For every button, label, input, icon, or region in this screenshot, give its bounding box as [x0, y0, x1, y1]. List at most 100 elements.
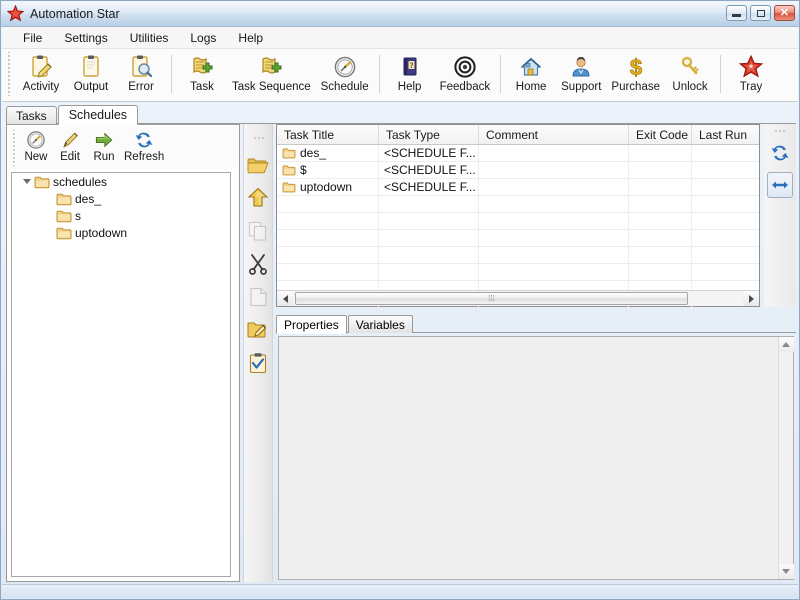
toolbar-button-schedule[interactable]: Schedule: [316, 49, 374, 93]
toolbar-button-home[interactable]: Home: [506, 49, 556, 93]
table-row-empty: [277, 196, 759, 213]
menu-settings[interactable]: Settings: [53, 28, 118, 48]
application-window: Automation Star ✕ File Settings Utilitie…: [0, 0, 800, 600]
window-controls: ✕: [726, 5, 795, 21]
triangle-down-icon: [782, 569, 790, 574]
toolbar-button-purchase[interactable]: $ Purchase: [606, 49, 665, 93]
table-row[interactable]: uptodown <SCHEDULE F...: [277, 179, 759, 196]
tree-node-label: uptodown: [75, 225, 128, 240]
close-button[interactable]: ✕: [774, 5, 795, 21]
window-title: Automation Star: [30, 6, 120, 21]
toolbar-button-task[interactable]: Task: [177, 49, 227, 93]
toolbar-button-error[interactable]: Error: [116, 49, 166, 93]
toolbar-label: Home: [515, 81, 547, 93]
cell-exit-code: [629, 179, 692, 195]
blue-refresh-icon: [132, 129, 156, 151]
schedules-tree[interactable]: schedules des_ s uptodown: [11, 172, 231, 577]
cell-task-title: uptodown: [300, 180, 353, 194]
scroll-right-button[interactable]: [743, 291, 759, 306]
toolstrip-grip[interactable]: [253, 136, 265, 142]
maximize-button[interactable]: [750, 5, 771, 21]
properties-content[interactable]: [278, 336, 794, 580]
menu-help[interactable]: Help: [227, 28, 274, 48]
toolbar-label: Error: [128, 81, 154, 93]
toolbar-button-output[interactable]: Output: [66, 49, 116, 93]
toolbar-label: Output: [73, 81, 109, 93]
tree-node-schedules[interactable]: schedules: [12, 173, 230, 190]
column-header-task-type[interactable]: Task Type: [379, 125, 479, 144]
tree-button-run[interactable]: Run: [87, 127, 121, 163]
tree-toolbar-grip[interactable]: [11, 130, 17, 166]
tree-node-des[interactable]: des_: [12, 190, 230, 207]
rename-folder-button[interactable]: [245, 317, 271, 343]
scroll-down-button[interactable]: [778, 564, 794, 579]
copy-button[interactable]: [245, 218, 271, 244]
tab-variables[interactable]: Variables: [347, 315, 413, 333]
tab-schedules[interactable]: Schedules: [57, 105, 139, 125]
column-header-exit-code[interactable]: Exit Code: [629, 125, 692, 144]
cell-last-run: [692, 179, 759, 195]
cell-task-title: $: [300, 163, 307, 177]
toolbar-button-feedback[interactable]: Feedback: [435, 49, 496, 93]
title-bar: Automation Star ✕: [1, 1, 799, 27]
toolbar-separator: [500, 55, 502, 93]
menu-logs[interactable]: Logs: [179, 28, 227, 48]
toolbar-button-tray[interactable]: ★ Tray: [726, 49, 776, 93]
folder-icon: [56, 226, 72, 240]
folder-open-icon: [247, 156, 269, 175]
cell-task-type: <SCHEDULE F...: [379, 145, 479, 161]
tab-properties[interactable]: Properties: [276, 315, 347, 334]
column-header-comment[interactable]: Comment: [479, 125, 629, 144]
tree-button-label: Refresh: [124, 151, 165, 163]
table-row-empty: [277, 264, 759, 281]
properties-vertical-scrollbar[interactable]: [778, 337, 794, 579]
column-header-task-title[interactable]: Task Title: [277, 125, 379, 144]
toolbar-button-task-sequence[interactable]: Task Sequence: [227, 49, 316, 93]
tree-button-edit[interactable]: Edit: [53, 127, 87, 163]
scroll-up-button[interactable]: [778, 337, 794, 352]
cut-button[interactable]: [245, 251, 271, 277]
toolbar-grip[interactable]: [6, 52, 13, 96]
open-folder-button[interactable]: [245, 152, 271, 178]
tree-button-new[interactable]: New: [19, 127, 53, 163]
scroll-thumb[interactable]: ⁞⁞⁞: [295, 292, 688, 305]
tree-button-refresh[interactable]: Refresh: [121, 127, 167, 163]
cell-task-title: des_: [300, 146, 327, 160]
properties-content-text: [279, 337, 778, 579]
maximize-icon: [756, 9, 765, 17]
checklist-button[interactable]: [245, 350, 271, 376]
home-icon: [517, 53, 545, 80]
tree-node-s[interactable]: s: [12, 207, 230, 224]
schedules-tree-panel: New Edit Run Refresh schedules des_ s up…: [6, 124, 240, 582]
refresh-grid-button[interactable]: [767, 140, 793, 166]
move-up-button[interactable]: [245, 185, 271, 211]
column-header-last-run[interactable]: Last Run: [692, 125, 759, 144]
autofit-columns-button[interactable]: [767, 172, 793, 198]
toolbar-label: Task: [190, 81, 214, 93]
scroll-left-button[interactable]: [277, 291, 293, 306]
toolbar-button-activity[interactable]: Activity: [16, 49, 66, 93]
minimize-button[interactable]: [726, 5, 747, 21]
toolbar-button-support[interactable]: Support: [556, 49, 606, 93]
toolbar-button-unlock[interactable]: Unlock: [665, 49, 715, 93]
chevron-down-icon[interactable]: [20, 179, 34, 184]
tree-action-toolstrip: [243, 124, 273, 582]
cell-exit-code: [629, 162, 692, 178]
table-row[interactable]: des_ <SCHEDULE F...: [277, 145, 759, 162]
table-row[interactable]: $ <SCHEDULE F...: [277, 162, 759, 179]
toolbar-button-help[interactable]: ? Help: [385, 49, 435, 93]
menu-file[interactable]: File: [12, 28, 53, 48]
menu-utilities[interactable]: Utilities: [119, 28, 180, 48]
schedule-clock-icon: [24, 129, 48, 151]
tab-tasks[interactable]: Tasks: [6, 106, 57, 124]
support-person-icon: [567, 53, 595, 80]
tree-node-uptodown[interactable]: uptodown: [12, 224, 230, 241]
paste-button[interactable]: [245, 284, 271, 310]
properties-panel: Properties Variables: [276, 314, 796, 582]
content-area: New Edit Run Refresh schedules des_ s up…: [6, 124, 796, 582]
grid-horizontal-scrollbar[interactable]: ⁞⁞⁞: [277, 290, 759, 306]
scroll-track[interactable]: ⁞⁞⁞: [293, 291, 743, 306]
triangle-up-icon: [782, 342, 790, 347]
toolstrip-grip[interactable]: [774, 129, 786, 135]
toolbar-label: Schedule: [320, 81, 369, 93]
